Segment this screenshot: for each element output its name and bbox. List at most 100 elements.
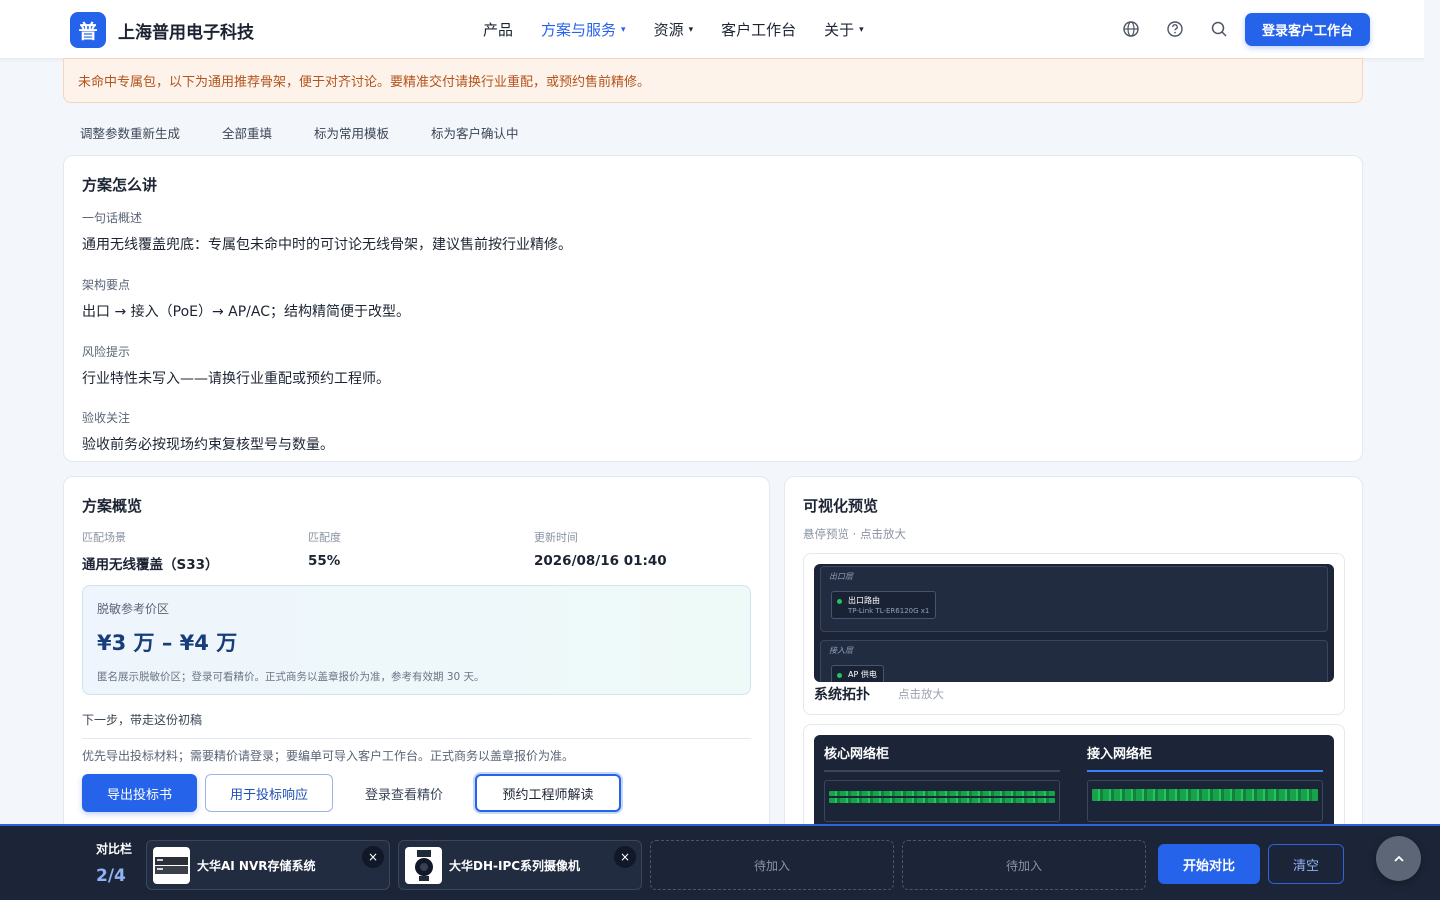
price-value: ¥3 万 – ¥4 万 xyxy=(97,631,238,655)
help-icon[interactable] xyxy=(1166,20,1184,38)
compare-empty-slot: 待加入 xyxy=(902,840,1146,890)
close-icon[interactable]: × xyxy=(362,846,384,868)
section-label: 验收关注 xyxy=(82,411,131,425)
preview-subtitle: 悬停预览 · 点击放大 xyxy=(803,527,906,541)
search-icon[interactable] xyxy=(1210,20,1228,38)
nav-label: 方案与服务 xyxy=(541,21,617,39)
compare-bar: 对比栏 2/4 大华AI NVR存储系统 × 大华DH-IPC系列摄像机 × 待… xyxy=(0,824,1440,900)
rack-title: 核心网络柜 xyxy=(824,743,1060,772)
camera-product-thumbnail xyxy=(405,847,442,884)
meta-label: 更新时间 xyxy=(534,531,578,544)
login-workspace-button[interactable]: 登录客户工作台 xyxy=(1245,13,1370,46)
export-bid-button[interactable]: 导出投标书 xyxy=(82,774,197,812)
rack-preview[interactable]: 核心网络柜 接入网络柜 xyxy=(803,724,1345,834)
topology-node: 出口路由 TP-Link TL-ER6120G x1 xyxy=(831,591,937,619)
main-nav: 产品 方案与服务 ▾ 资源 ▾ 客户工作台 关于 ▾ xyxy=(483,19,892,40)
topology-caption: 系统拓扑 xyxy=(814,687,870,703)
back-to-top-button[interactable] xyxy=(1376,836,1421,881)
plan-explain-card: 方案怎么讲 一句话概述 通用无线覆盖兜底：专属包未命中时的可讨论无线骨架，建议售… xyxy=(63,155,1363,462)
compare-item-name: 大华AI NVR存储系统 xyxy=(197,859,316,873)
price-label: 脱敏参考价区 xyxy=(97,602,170,616)
regenerate-action[interactable]: 调整参数重新生成 xyxy=(80,123,180,142)
brand-name[interactable]: 上海普用电子科技 xyxy=(118,18,254,43)
card-title: 方案怎么讲 xyxy=(82,176,158,194)
nav-label: 客户工作台 xyxy=(721,21,797,39)
section-text: 行业特性未写入——请换行业重配或预约工程师。 xyxy=(82,371,390,387)
rack-title: 接入网络柜 xyxy=(1087,743,1323,772)
compare-item[interactable]: 大华AI NVR存储系统 × xyxy=(146,840,390,890)
chevron-down-icon: ▾ xyxy=(621,24,626,35)
node-sub: TP-Link TL-ER6120G x1 xyxy=(848,607,930,615)
rack-slot xyxy=(1087,780,1323,822)
nav-item-solutions[interactable]: 方案与服务 ▾ xyxy=(541,19,626,40)
layer-label: 接入层 xyxy=(829,646,853,655)
access-rack: 接入网络柜 xyxy=(1087,743,1323,822)
topology-preview[interactable]: 出口层 出口路由 TP-Link TL-ER6120G x1 接入层 AP 供电… xyxy=(803,553,1345,715)
mark-confirming-action[interactable]: 标为客户确认中 xyxy=(431,123,519,142)
core-rack: 核心网络柜 xyxy=(824,743,1060,822)
nav-label: 资源 xyxy=(653,21,684,39)
globe-icon[interactable] xyxy=(1122,20,1140,38)
rack-unit xyxy=(829,791,1055,796)
nav-label: 产品 xyxy=(483,21,514,39)
book-engineer-button[interactable]: 预约工程师解读 xyxy=(475,774,621,812)
visual-preview-card: 可视化预览 悬停预览 · 点击放大 出口层 出口路由 TP-Link TL-ER… xyxy=(784,476,1363,836)
login-price-button[interactable]: 登录查看精价 xyxy=(339,774,469,812)
rack-slot xyxy=(824,780,1060,822)
compare-count: 2/4 xyxy=(96,866,126,886)
section-label: 一句话概述 xyxy=(82,211,143,225)
rack-canvas: 核心网络柜 接入网络柜 xyxy=(814,735,1334,833)
node-title: 出口路由 xyxy=(848,596,880,605)
nav-item-about[interactable]: 关于 ▾ xyxy=(824,19,864,40)
top-header: 普 上海普用电子科技 产品 方案与服务 ▾ 资源 ▾ 客户工作台 关于 ▾ 登录客户工… xyxy=(0,0,1424,59)
fallback-notice: 未命中专属包，以下为通用推荐骨架，便于对齐讨论。要精准交付请换行业重配，或预约售… xyxy=(63,58,1363,103)
meta-updated: 更新时间 2026/08/16 01:40 xyxy=(534,529,760,573)
clear-compare-button[interactable]: 清空 xyxy=(1268,844,1344,884)
page-scrollbar[interactable] xyxy=(1424,0,1440,824)
mark-template-action[interactable]: 标为常用模板 xyxy=(314,123,389,142)
bid-response-button[interactable]: 用于投标响应 xyxy=(205,774,333,812)
next-step-text: 优先导出投标材料；需要精价请登录；要编单可导入客户工作台。正式商务以盖章报价为准… xyxy=(82,749,575,763)
nvr-product-thumbnail xyxy=(153,847,190,884)
rack-unit xyxy=(1092,789,1318,801)
meta-value: 55% xyxy=(308,553,341,569)
meta-value: 通用无线覆盖（S33） xyxy=(82,557,219,573)
meta-label: 匹配度 xyxy=(308,531,341,544)
compare-item[interactable]: 大华DH-IPC系列摄像机 × xyxy=(398,840,642,890)
plan-overview-card: 方案概览 匹配场景 通用无线覆盖（S33） 匹配度 55% 更新时间 2026/… xyxy=(63,476,770,836)
reset-all-action[interactable]: 全部重填 xyxy=(222,123,272,142)
section-label: 风险提示 xyxy=(82,345,131,359)
access-layer: 接入层 AP 供电 xyxy=(820,640,1328,682)
close-icon[interactable]: × xyxy=(614,846,636,868)
meta-value: 2026/08/16 01:40 xyxy=(534,553,667,569)
status-dot xyxy=(837,673,842,678)
meta-label: 匹配场景 xyxy=(82,531,126,544)
brand-logo[interactable]: 普 xyxy=(70,12,106,48)
price-note: 匿名展示脱敏价区；登录可看精价。正式商务以盖章报价为准，参考有效期 30 天。 xyxy=(97,671,485,683)
topology-canvas: 出口层 出口路由 TP-Link TL-ER6120G x1 接入层 AP 供电 xyxy=(814,564,1334,682)
section-label: 架构要点 xyxy=(82,278,131,292)
nav-item-products[interactable]: 产品 xyxy=(483,19,513,40)
chevron-up-icon xyxy=(1393,855,1404,862)
rack-unit xyxy=(829,798,1055,803)
layer-label: 出口层 xyxy=(829,572,853,581)
zoom-hint: 点击放大 xyxy=(898,687,944,701)
node-title: AP 供电 xyxy=(848,670,877,679)
compare-label: 对比栏 xyxy=(96,842,133,856)
section-text: 通用无线覆盖兜底：专属包未命中时的可讨论无线骨架，建议售前按行业精修。 xyxy=(82,237,572,253)
nav-item-workspace[interactable]: 客户工作台 xyxy=(721,19,796,40)
price-range-box: 脱敏参考价区 ¥3 万 – ¥4 万 匿名展示脱敏价区；登录可看精价。正式商务以… xyxy=(82,585,751,695)
divider xyxy=(82,738,751,739)
next-step-label: 下一步，带走这份初稿 xyxy=(82,713,203,727)
start-compare-button[interactable]: 开始对比 xyxy=(1158,844,1260,884)
section-text: 出口 → 接入（PoE）→ AP/AC；结构精简便于改型。 xyxy=(82,304,411,320)
chevron-down-icon: ▾ xyxy=(688,24,694,35)
meta-match: 匹配度 55% xyxy=(308,529,534,573)
section-text: 验收前务必按现场约束复核型号与数量。 xyxy=(82,437,334,453)
card-title: 可视化预览 xyxy=(803,497,879,515)
overview-meta: 匹配场景 通用无线覆盖（S33） 匹配度 55% 更新时间 2026/08/16… xyxy=(82,529,762,573)
meta-scene: 匹配场景 通用无线覆盖（S33） xyxy=(82,529,308,573)
plan-actions: 调整参数重新生成 全部重填 标为常用模板 标为客户确认中 xyxy=(80,123,561,142)
topology-node: AP 供电 xyxy=(831,665,884,682)
nav-item-resources[interactable]: 资源 ▾ xyxy=(654,19,694,40)
